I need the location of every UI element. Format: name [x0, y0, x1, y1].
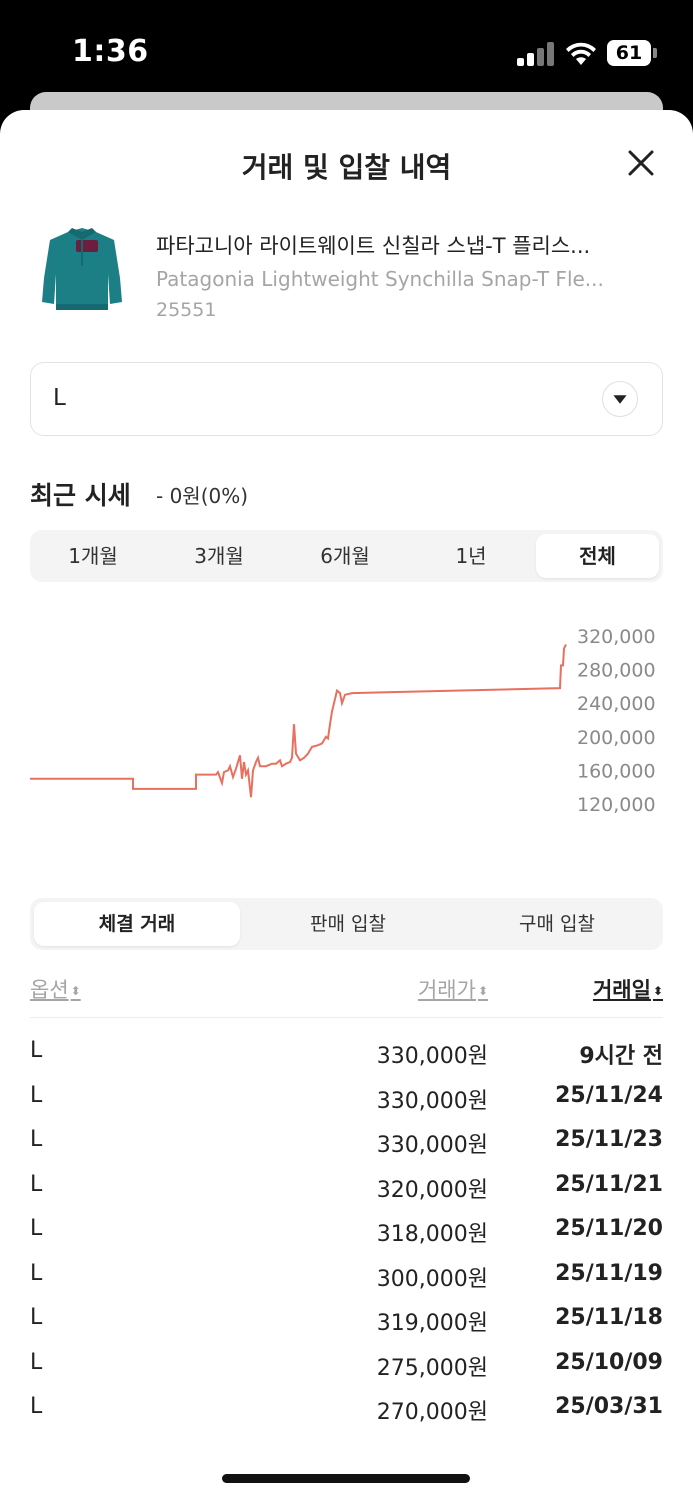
tab-concluded-trades[interactable]: 체결 거래: [34, 902, 240, 946]
row-option: L: [30, 1171, 43, 1197]
y-tick-label: 120,000: [577, 794, 656, 816]
table-row: L 300,000원 25/11/19: [0, 1261, 693, 1301]
chevron-down-icon: [602, 381, 638, 417]
row-price: 330,000원: [376, 1044, 488, 1069]
table-row: L 330,000원 25/11/23: [0, 1127, 693, 1167]
y-tick-label: 200,000: [577, 727, 656, 749]
row-price: 270,000원: [376, 1400, 488, 1425]
size-select[interactable]: L: [30, 362, 663, 436]
tab-6-months[interactable]: 6개월: [282, 530, 408, 582]
close-icon[interactable]: [620, 142, 662, 184]
tab-1-month[interactable]: 1개월: [30, 530, 156, 582]
price-chart: 320,000 280,000 240,000 200,000 160,000 120,0…: [0, 610, 693, 850]
table-row: L 270,000원 25/03/31: [0, 1394, 693, 1434]
period-tabs: 1개월 3개월 6개월 1년 전체: [30, 530, 663, 582]
trade-history-sheet: 거래 및 입찰 내역 파타고니아 라이트웨이트 신칠라 스냅-T 플리스... …: [0, 110, 693, 1500]
column-header-date[interactable]: 거래일 ⬍: [593, 974, 663, 1004]
cellular-signal-icon: [517, 42, 555, 66]
row-date: 25/11/18: [555, 1305, 663, 1330]
row-date: 25/10/09: [555, 1349, 663, 1375]
row-price: 330,000원: [376, 1133, 488, 1158]
table-row: L 319,000원 25/11/18: [0, 1305, 693, 1345]
y-tick-label: 320,000: [577, 626, 656, 648]
tab-sell-bids[interactable]: 판매 입찰: [245, 898, 451, 950]
row-price: 320,000원: [376, 1177, 488, 1203]
trade-tabs: 체결 거래 판매 입찰 구매 입찰: [30, 898, 663, 950]
tab-3-months[interactable]: 3개월: [156, 530, 282, 582]
sort-icon: ⬍: [477, 984, 488, 998]
row-option: L: [30, 1260, 43, 1286]
recent-price-title: 최근 시세: [30, 481, 131, 510]
recent-price-change: - 0원(0%): [156, 484, 249, 508]
status-bar: 1:36 61: [0, 0, 693, 100]
table-row: L 275,000원 25/10/09: [0, 1350, 693, 1390]
row-price: 318,000원: [376, 1222, 488, 1247]
table-divider: [30, 1017, 663, 1018]
row-option: L: [30, 1305, 43, 1330]
row-price: 275,000원: [376, 1355, 488, 1381]
column-header-price[interactable]: 거래가 ⬍: [418, 974, 488, 1004]
row-option: L: [30, 1394, 43, 1419]
product-name-ko: 파타고니아 라이트웨이트 신칠라 스냅-T 플리스...: [156, 234, 591, 258]
battery-indicator: 61: [607, 40, 651, 66]
y-tick-label: 160,000: [577, 760, 656, 782]
row-date: 25/11/21: [555, 1171, 663, 1197]
row-option: L: [30, 1127, 43, 1152]
size-select-value: L: [53, 385, 66, 411]
battery-cap: [653, 48, 657, 58]
row-price: 330,000원: [376, 1088, 488, 1114]
fleece-jacket-icon: [42, 228, 122, 310]
row-option: L: [30, 1038, 43, 1063]
row-date: 25/11/19: [555, 1260, 663, 1286]
sheet-title: 거래 및 입찰 내역: [241, 151, 452, 184]
wifi-icon: [566, 42, 596, 65]
product-name-en: Patagonia Lightweight Synchilla Snap-T F…: [156, 267, 604, 291]
column-header-price-label: 거래가: [417, 978, 476, 1002]
row-date: 25/11/24: [555, 1082, 663, 1108]
row-option: L: [30, 1082, 43, 1108]
row-price: 300,000원: [376, 1266, 488, 1292]
row-option: L: [30, 1349, 43, 1375]
column-header-option-label: 옵션: [30, 978, 69, 1002]
column-header-option[interactable]: 옵션 ⬍: [30, 974, 81, 1004]
home-indicator: [222, 1474, 470, 1483]
table-row: L 330,000원 25/11/24: [0, 1083, 693, 1123]
status-time: 1:36: [72, 34, 149, 69]
row-option: L: [30, 1216, 43, 1241]
row-date: 25/11/20: [555, 1216, 663, 1241]
row-price: 319,000원: [376, 1311, 488, 1336]
tab-all[interactable]: 전체: [536, 534, 659, 578]
price-chart-svg: 320,000 280,000 240,000 200,000 160,000 120,0…: [30, 626, 656, 816]
tab-1-year[interactable]: 1년: [408, 530, 534, 582]
sort-icon: ⬍: [70, 984, 81, 998]
series-line: [30, 643, 567, 798]
row-date: 25/03/31: [555, 1394, 663, 1419]
sort-icon-active: ⬍: [652, 984, 663, 998]
table-row: L 318,000원 25/11/20: [0, 1216, 693, 1256]
column-header-date-label: 거래일: [592, 978, 651, 1002]
y-tick-label: 280,000: [577, 660, 656, 682]
product-code: 25551: [156, 299, 217, 321]
table-row: L 320,000원 25/11/21: [0, 1172, 693, 1212]
tab-buy-bids[interactable]: 구매 입찰: [454, 898, 660, 950]
row-date: 9시간 전: [579, 1044, 663, 1069]
row-date: 25/11/23: [555, 1127, 663, 1152]
table-row: L 330,000원 9시간 전: [0, 1038, 693, 1078]
y-tick-label: 240,000: [577, 693, 656, 715]
